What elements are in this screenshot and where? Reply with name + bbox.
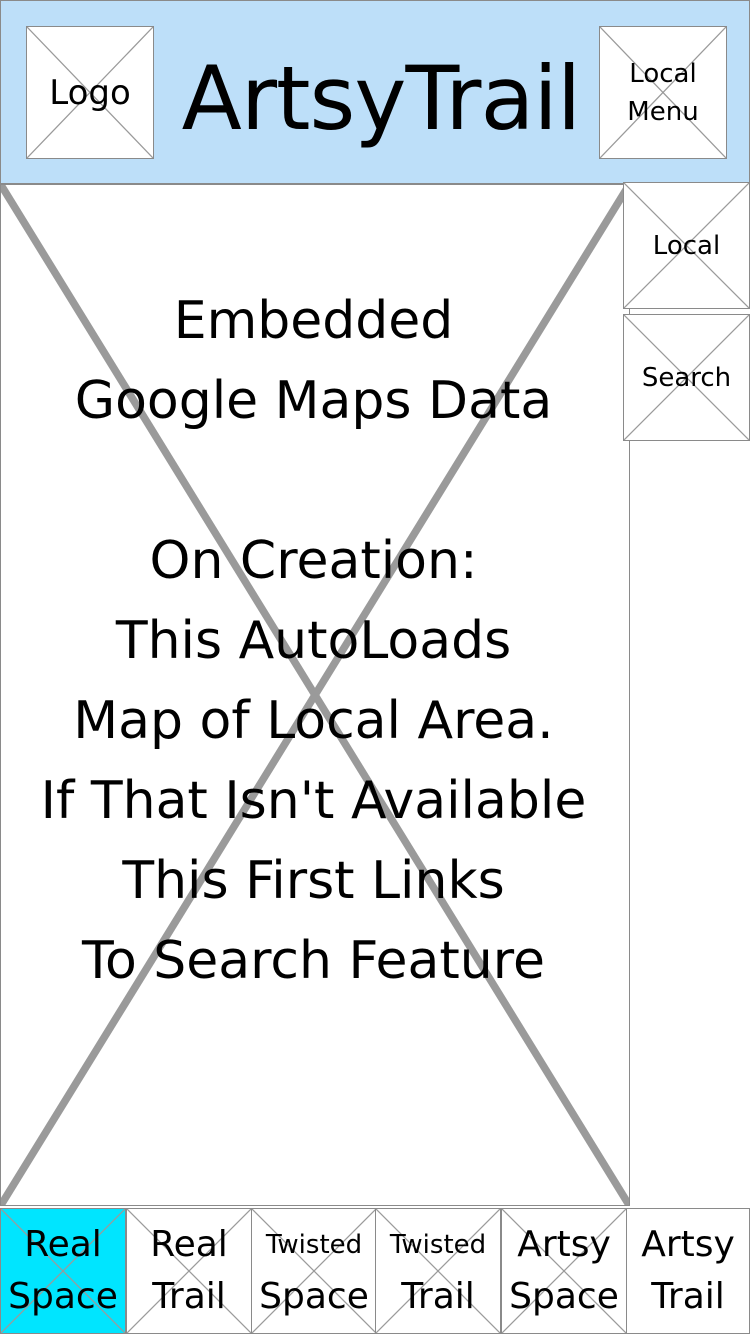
tab-label-line1: Artsy <box>641 1224 735 1265</box>
tab-label: Artsy Trail <box>641 1219 735 1323</box>
embedded-map-placeholder[interactable]: Embedded Google Maps Data On Creation: T… <box>0 184 630 1206</box>
map-text-line: On Creation: <box>149 531 478 591</box>
tab-label-line2: Trail <box>651 1276 725 1317</box>
local-menu-label: Local Menu <box>627 55 698 131</box>
tab-real-trail[interactable]: Real Trail <box>126 1208 252 1334</box>
tab-label-line2: Trail <box>401 1276 475 1317</box>
map-text-spacer <box>1 441 626 521</box>
tab-twisted-space[interactable]: Twisted Space <box>251 1208 377 1334</box>
tab-real-space[interactable]: Real Space <box>0 1208 126 1334</box>
local-button-label: Local <box>652 230 721 261</box>
tab-label-line2: Space <box>509 1276 619 1317</box>
local-button[interactable]: Local <box>623 182 750 309</box>
map-text-line: To Search Feature <box>82 931 545 991</box>
tab-label: Twisted Space <box>259 1219 369 1323</box>
tab-label-line2: Space <box>259 1276 369 1317</box>
app-header: Logo ArtsyTrail Local Menu <box>0 0 750 184</box>
tab-label-line2: Trail <box>152 1276 226 1317</box>
tab-artsy-space[interactable]: Artsy Space <box>501 1208 627 1334</box>
tab-label: Real Trail <box>150 1219 228 1323</box>
tab-label-line1: Twisted <box>265 1230 363 1260</box>
tab-artsy-trail[interactable]: Artsy Trail <box>626 1208 750 1334</box>
tab-label-line1: Real <box>150 1224 228 1265</box>
tab-label-line1: Twisted <box>389 1230 487 1260</box>
search-button-label: Search <box>641 362 732 393</box>
map-text-line: Embedded <box>173 291 454 351</box>
map-description: Embedded Google Maps Data On Creation: T… <box>1 281 626 1001</box>
tab-label-line2: Space <box>8 1276 118 1317</box>
local-menu-label-line2: Menu <box>627 96 699 127</box>
app-title: ArtsyTrail <box>181 47 582 150</box>
tab-label-line1: Artsy <box>517 1224 611 1265</box>
local-menu-button[interactable]: Local Menu <box>599 26 727 159</box>
map-text-line: This First Links <box>122 851 505 911</box>
tab-label: Artsy Space <box>509 1219 619 1323</box>
map-text-line: If That Isn't Available <box>40 771 587 831</box>
search-button[interactable]: Search <box>623 314 750 441</box>
map-text-line: This AutoLoads <box>115 611 512 671</box>
tab-label: Real Space <box>8 1219 118 1323</box>
tab-label: Twisted Trail <box>390 1219 486 1323</box>
logo-label: Logo <box>49 72 131 113</box>
tab-twisted-trail[interactable]: Twisted Trail <box>375 1208 501 1334</box>
local-menu-label-line1: Local <box>629 58 697 89</box>
tab-label-line1: Real <box>24 1224 102 1265</box>
map-text-line: Google Maps Data <box>74 371 553 431</box>
map-text-line: Map of Local Area. <box>73 691 554 751</box>
logo-placeholder[interactable]: Logo <box>26 26 154 159</box>
